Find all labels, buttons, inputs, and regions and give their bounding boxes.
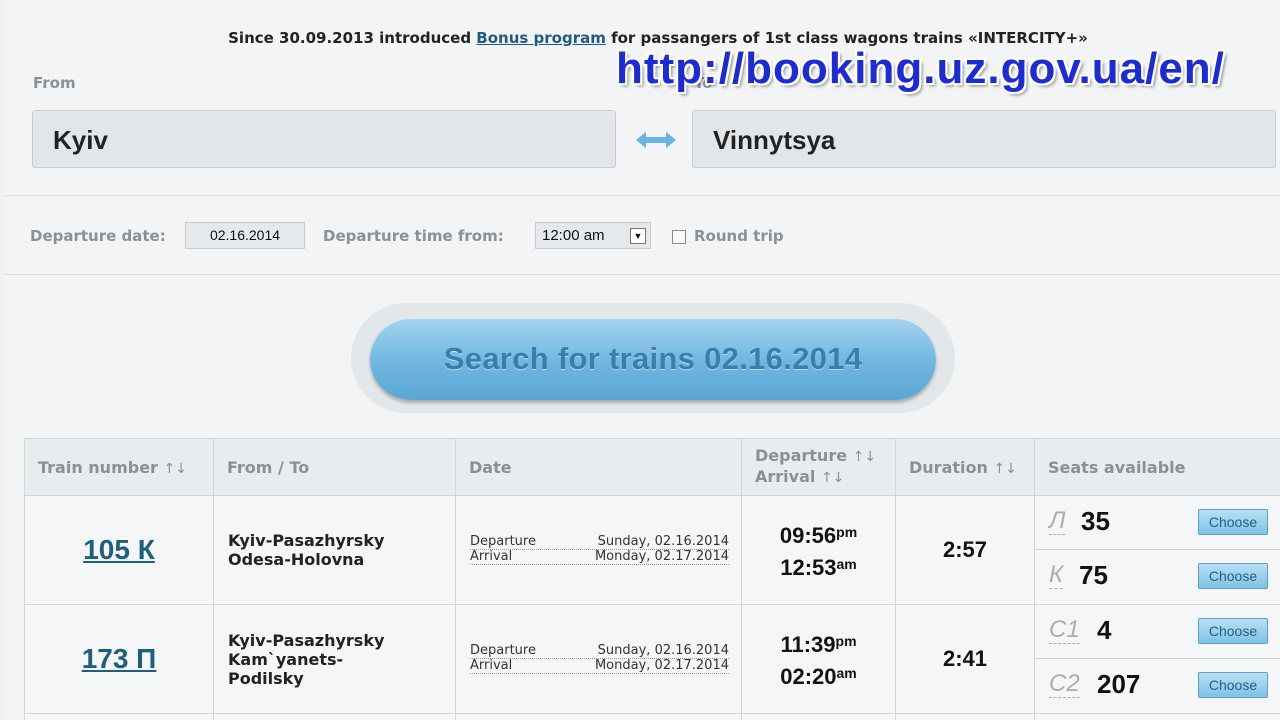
url-watermark: http://booking.uz.gov.ua/en/	[616, 44, 1225, 93]
sort-icon: ↑↓	[852, 449, 877, 465]
departure-date-label: Departure date:	[30, 227, 166, 245]
arrival-time: 02:20	[780, 664, 837, 689]
swap-arrows-icon[interactable]	[634, 128, 678, 152]
header-train-number[interactable]: Train number ↑↓	[24, 438, 214, 496]
header-seats: Seats available	[1034, 438, 1280, 496]
from-label: From	[33, 74, 76, 92]
seat-class-row: К 75 Choose	[1035, 550, 1280, 604]
date-cell: Departure Sunday, 02.16.2014 Arrival Monda…	[455, 495, 742, 605]
empty-cell	[1034, 713, 1280, 720]
route-from: Kyiv-Pasazhyrsky	[228, 630, 385, 650]
departure-date: Sunday, 02.16.2014	[597, 643, 729, 658]
departure-date-input[interactable]: 02.16.2014	[185, 222, 305, 249]
arrival-word: Arrival	[470, 549, 513, 564]
sort-icon: ↑↓	[820, 470, 845, 486]
departure-ampm: pm	[836, 524, 858, 540]
arrival-date: Monday, 02.17.2014	[594, 549, 729, 564]
train-number-cell: 105 К	[24, 495, 214, 605]
header-departure-arrival[interactable]: Departure ↑↓ Arrival ↑↓	[741, 438, 896, 496]
seats-cell: С1 4 Choose С2 207 Choose	[1034, 604, 1280, 714]
route-to: Kam`yanets-Podilsky	[228, 649, 344, 688]
booking-page: Since 30.09.2013 introduced Bonus progra…	[4, 0, 1280, 720]
empty-cell	[455, 713, 742, 720]
header-from-to: From / To	[213, 438, 456, 496]
choose-button[interactable]: Choose	[1198, 563, 1268, 589]
round-trip-checkbox[interactable]	[672, 230, 686, 244]
duration-cell: 2:57	[895, 495, 1035, 605]
dropdown-arrow-icon[interactable]: ▼	[630, 228, 646, 244]
bonus-program-link[interactable]: Bonus program	[476, 29, 606, 47]
choose-button[interactable]: Choose	[1198, 618, 1268, 644]
route-form: Since 30.09.2013 introduced Bonus progra…	[4, 0, 1280, 196]
duration-cell: 2:41	[895, 604, 1035, 714]
seat-class-label[interactable]: К	[1049, 562, 1064, 589]
empty-cell	[24, 713, 214, 720]
seat-class-label[interactable]: Л	[1049, 508, 1066, 535]
header-duration[interactable]: Duration ↑↓	[895, 438, 1035, 496]
table-row: 105 К Kyiv-Pasazhyrsky Odesa-Holovna Dep…	[24, 495, 1280, 605]
date-cell: Departure Sunday, 02.16.2014 Arrival Monda…	[455, 604, 742, 714]
to-station-input[interactable]: Vinnytsya	[692, 110, 1276, 168]
trains-table: Train number ↑↓ From / To Date Departure…	[24, 438, 1280, 720]
from-station-input[interactable]: Kyiv	[32, 110, 616, 168]
seats-cell: Л 35 Choose К 75 Choose	[1034, 495, 1280, 605]
times-cell: 11:39pm 02:20am	[741, 604, 896, 714]
departure-time-select[interactable]: 12:00 am ▼	[535, 222, 651, 249]
arrival-ampm: am	[836, 665, 857, 681]
seat-class-label[interactable]: С2	[1049, 671, 1080, 698]
seat-class-row: С2 207 Choose	[1035, 659, 1280, 713]
seat-class-row: Л 35 Choose	[1035, 496, 1280, 550]
search-trains-button[interactable]: Search for trains 02.16.2014	[370, 318, 936, 400]
arrival-ampm: am	[836, 556, 857, 572]
train-number-link[interactable]: 105 К	[25, 534, 213, 566]
header-duration-label: Duration	[909, 457, 988, 477]
arrival-word: Arrival	[470, 658, 513, 673]
seat-count: 35	[1081, 506, 1110, 536]
table-row: 173 П Kyiv-Pasazhyrsky Kam`yanets-Podils…	[24, 604, 1280, 714]
departure-date: Sunday, 02.16.2014	[597, 534, 729, 549]
table-row	[24, 713, 1280, 720]
sort-icon: ↑↓	[993, 460, 1017, 477]
choose-button[interactable]: Choose	[1198, 509, 1268, 535]
header-departure-label: Departure	[755, 446, 848, 465]
arrival-date: Monday, 02.17.2014	[594, 658, 729, 673]
choose-button[interactable]: Choose	[1198, 672, 1268, 698]
notice-text-before: Since 30.09.2013 introduced	[228, 29, 477, 47]
departure-ampm: pm	[835, 633, 857, 649]
times-cell: 09:56pm 12:53am	[741, 495, 896, 605]
seat-count: 207	[1097, 669, 1141, 699]
seat-class-row: С1 4 Choose	[1035, 605, 1280, 659]
header-arrival-label: Arrival	[755, 467, 816, 486]
search-options: Departure date: 02.16.2014 Departure tim…	[4, 197, 1280, 275]
departure-word: Departure	[470, 643, 536, 658]
seat-count: 4	[1097, 615, 1112, 645]
sort-icon: ↑↓	[163, 460, 187, 477]
departure-time-value: 12:00 am	[542, 227, 605, 244]
departure-time-label: Departure time from:	[323, 227, 504, 245]
empty-cell	[213, 713, 456, 720]
round-trip-label: Round trip	[694, 227, 784, 245]
seat-count: 75	[1079, 560, 1108, 590]
empty-cell	[895, 713, 1035, 720]
empty-cell	[741, 713, 896, 720]
arrival-time: 12:53	[780, 555, 837, 580]
departure-time: 11:39	[780, 632, 836, 657]
header-date: Date	[455, 438, 742, 496]
header-train-number-label: Train number	[38, 457, 158, 477]
route-to: Odesa-Holovna	[228, 550, 365, 569]
route-from: Kyiv-Pasazhyrsky	[228, 531, 385, 550]
seat-class-label[interactable]: С1	[1049, 617, 1080, 644]
route-cell: Kyiv-Pasazhyrsky Odesa-Holovna	[213, 495, 456, 605]
train-number-link[interactable]: 173 П	[25, 643, 213, 675]
departure-time: 09:56	[779, 523, 837, 548]
route-cell: Kyiv-Pasazhyrsky Kam`yanets-Podilsky	[213, 604, 456, 714]
table-header: Train number ↑↓ From / To Date Departure…	[24, 438, 1280, 496]
train-number-cell: 173 П	[24, 604, 214, 714]
departure-word: Departure	[470, 534, 536, 549]
